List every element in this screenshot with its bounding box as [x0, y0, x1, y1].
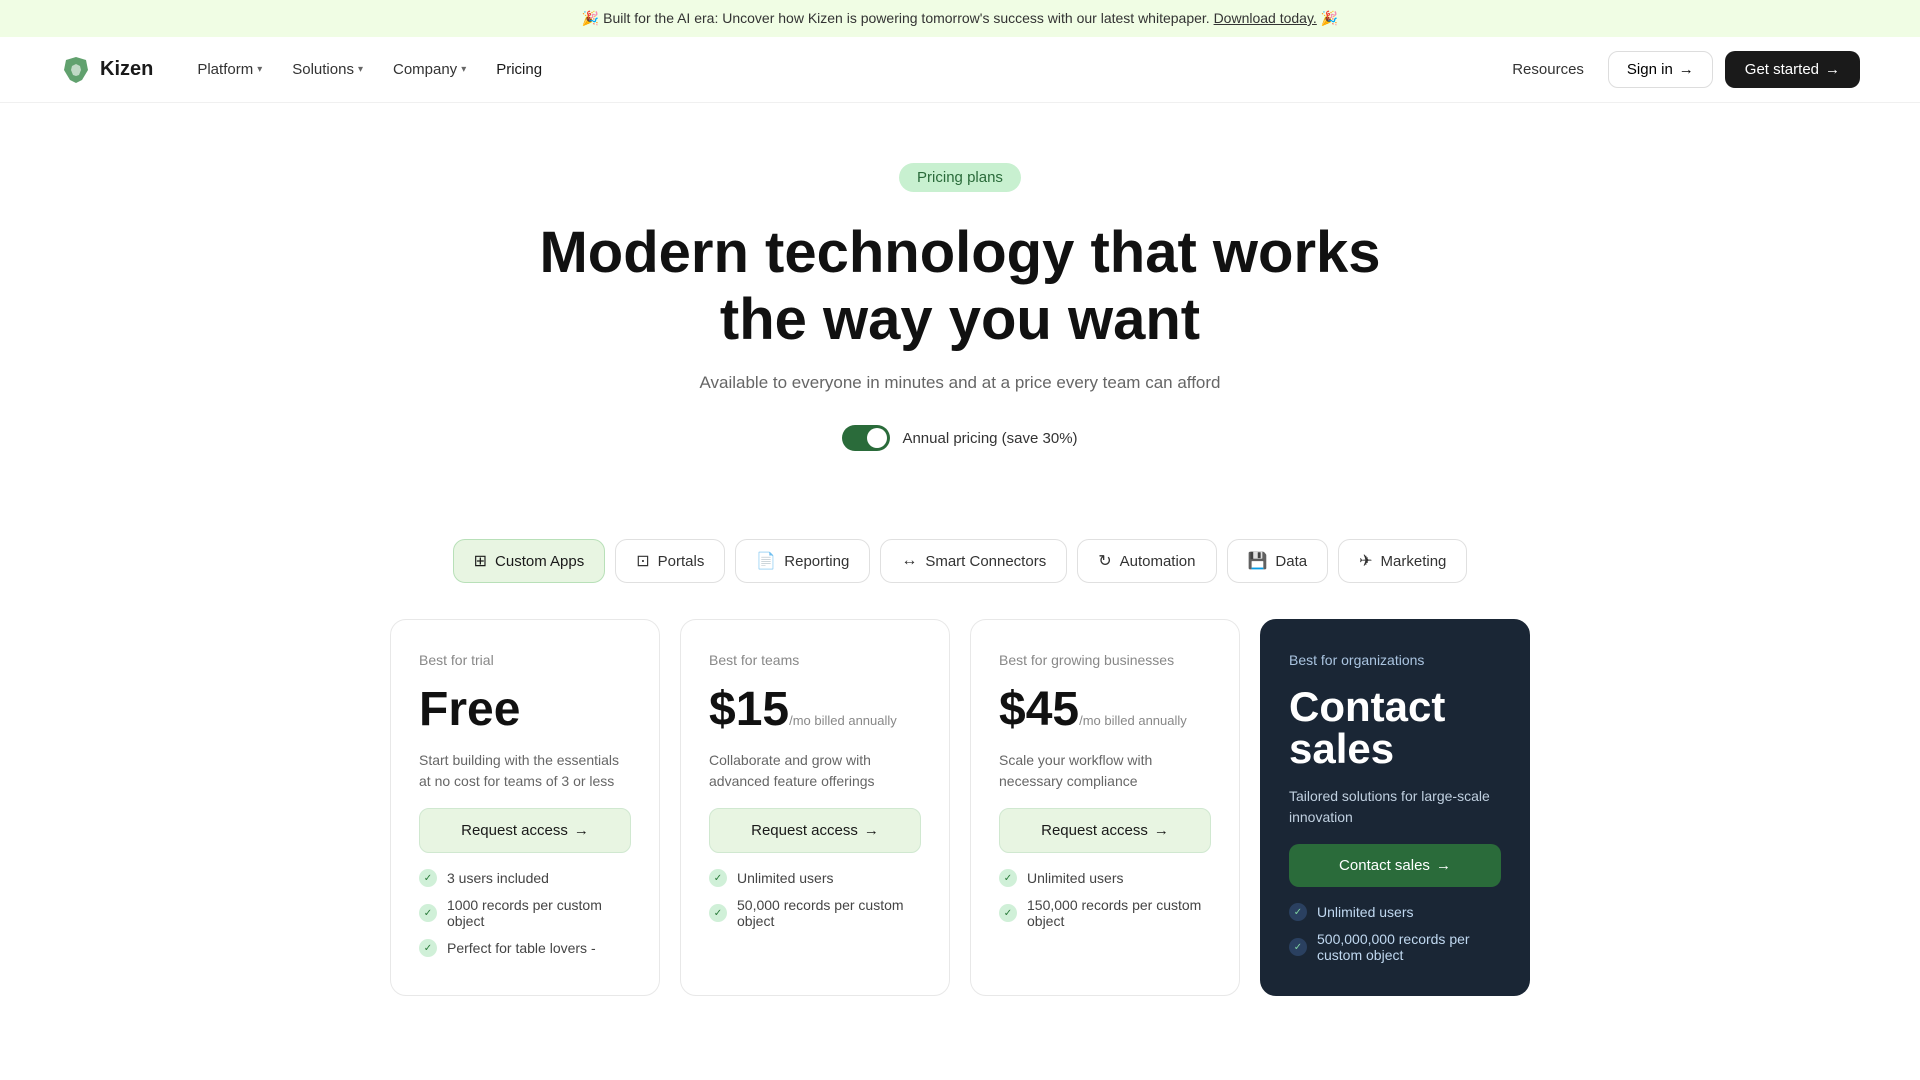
tab-portals[interactable]: ⊡ Portals [615, 539, 725, 583]
arrow-icon: → [574, 822, 589, 839]
logo-text: Kizen [100, 58, 153, 81]
plan-price-growing: $45/mo billed annually [999, 686, 1211, 734]
plan-growing: Best for growing businesses $45/mo bille… [970, 619, 1240, 996]
request-access-teams[interactable]: Request access → [709, 808, 921, 853]
check-icon: ✓ [709, 904, 727, 922]
list-item: ✓ Perfect for table lovers - [419, 939, 631, 957]
hero-heading: Modern technology that works the way you… [380, 220, 1540, 353]
tab-reporting[interactable]: 📄 Reporting [735, 539, 870, 583]
chevron-icon: ▾ [461, 64, 466, 75]
logo-icon [60, 54, 92, 86]
getstarted-button[interactable]: Get started → [1725, 51, 1860, 88]
features-growing: ✓ Unlimited users ✓ 150,000 records per … [999, 869, 1211, 929]
portals-icon: ⊡ [636, 551, 649, 571]
pricing-toggle-row: Annual pricing (save 30%) [380, 425, 1540, 451]
chevron-icon: ▾ [358, 64, 363, 75]
plan-free: Best for trial Free Start building with … [390, 619, 660, 996]
plan-desc-teams: Collaborate and grow with advanced featu… [709, 750, 921, 792]
list-item: ✓ 50,000 records per custom object [709, 897, 921, 929]
arrow-icon: → [1154, 822, 1169, 839]
arrow-icon: → [1436, 857, 1451, 874]
nav-platform[interactable]: Platform ▾ [185, 53, 274, 86]
list-item: ✓ Unlimited users [709, 869, 921, 887]
top-banner: 🎉 Built for the AI era: Uncover how Kize… [0, 0, 1920, 37]
nav-links: Platform ▾ Solutions ▾ Company ▾ Pricing [185, 53, 554, 86]
nav-pricing[interactable]: Pricing [484, 53, 554, 86]
price-suffix-teams: /mo billed annually [789, 713, 897, 728]
chevron-icon: ▾ [257, 64, 262, 75]
plan-tier-growing: Best for growing businesses [999, 652, 1211, 668]
plan-teams: Best for teams $15/mo billed annually Co… [680, 619, 950, 996]
tab-marketing[interactable]: ✈ Marketing [1338, 539, 1467, 583]
annual-pricing-toggle[interactable] [842, 425, 890, 451]
marketing-icon: ✈ [1359, 551, 1372, 571]
plan-tier-free: Best for trial [419, 652, 631, 668]
check-icon: ✓ [419, 869, 437, 887]
banner-link[interactable]: Download today. [1214, 10, 1317, 26]
pricing-cards: Best for trial Free Start building with … [350, 619, 1570, 1056]
data-icon: 💾 [1248, 551, 1268, 571]
nav-left: Kizen Platform ▾ Solutions ▾ Company ▾ P… [60, 53, 554, 86]
custom-apps-icon: ⊞ [474, 551, 487, 571]
plan-tier-enterprise: Best for organizations [1289, 652, 1501, 668]
arrow-icon: → [1825, 61, 1840, 78]
list-item: ✓ Unlimited users [999, 869, 1211, 887]
check-icon: ✓ [1289, 903, 1307, 921]
check-icon: ✓ [419, 939, 437, 957]
nav-company[interactable]: Company ▾ [381, 53, 478, 86]
list-item: ✓ Unlimited users [1289, 903, 1501, 921]
arrow-icon: → [864, 822, 879, 839]
automation-icon: ↻ [1098, 551, 1111, 571]
contact-sales-button[interactable]: Contact sales → [1289, 844, 1501, 887]
smart-connectors-icon: ↔ [901, 552, 917, 570]
toggle-label: Annual pricing (save 30%) [902, 430, 1077, 447]
resources-button[interactable]: Resources [1500, 53, 1596, 86]
feature-tabs: ⊞ Custom Apps ⊡ Portals 📄 Reporting ↔ Sm… [0, 539, 1920, 583]
plan-enterprise: Best for organizations Contact sales Tai… [1260, 619, 1530, 996]
hero-section: Pricing plans Modern technology that wor… [360, 103, 1560, 539]
hero-subheading: Available to everyone in minutes and at … [380, 373, 1540, 393]
plan-price-teams: $15/mo billed annually [709, 686, 921, 734]
nav-right: Resources Sign in → Get started → [1500, 51, 1860, 88]
check-icon: ✓ [999, 904, 1017, 922]
logo[interactable]: Kizen [60, 54, 153, 86]
list-item: ✓ 500,000,000 records per custom object [1289, 931, 1501, 963]
request-access-growing[interactable]: Request access → [999, 808, 1211, 853]
plan-desc-enterprise: Tailored solutions for large-scale innov… [1289, 786, 1501, 828]
check-icon: ✓ [709, 869, 727, 887]
plan-desc-growing: Scale your workflow with necessary compl… [999, 750, 1211, 792]
tab-custom-apps[interactable]: ⊞ Custom Apps [453, 539, 606, 583]
tab-smart-connectors[interactable]: ↔ Smart Connectors [880, 539, 1067, 583]
features-free: ✓ 3 users included ✓ 1000 records per cu… [419, 869, 631, 957]
list-item: ✓ 1000 records per custom object [419, 897, 631, 929]
features-enterprise: ✓ Unlimited users ✓ 500,000,000 records … [1289, 903, 1501, 963]
check-icon: ✓ [1289, 938, 1307, 956]
list-item: ✓ 3 users included [419, 869, 631, 887]
list-item: ✓ 150,000 records per custom object [999, 897, 1211, 929]
banner-text: 🎉 Built for the AI era: Uncover how Kize… [582, 10, 1210, 26]
pricing-badge: Pricing plans [899, 163, 1021, 192]
tab-data[interactable]: 💾 Data [1227, 539, 1329, 583]
features-teams: ✓ Unlimited users ✓ 50,000 records per c… [709, 869, 921, 929]
reporting-icon: 📄 [756, 551, 776, 571]
plan-desc-free: Start building with the essentials at no… [419, 750, 631, 792]
navigation: Kizen Platform ▾ Solutions ▾ Company ▾ P… [0, 37, 1920, 103]
check-icon: ✓ [999, 869, 1017, 887]
plan-tier-teams: Best for teams [709, 652, 921, 668]
check-icon: ✓ [419, 904, 437, 922]
arrow-icon: → [1679, 61, 1694, 78]
signin-button[interactable]: Sign in → [1608, 51, 1713, 88]
plan-price-enterprise: Contact sales [1289, 686, 1501, 770]
plan-price-free: Free [419, 686, 631, 734]
request-access-free[interactable]: Request access → [419, 808, 631, 853]
tab-automation[interactable]: ↻ Automation [1077, 539, 1216, 583]
nav-solutions[interactable]: Solutions ▾ [280, 53, 375, 86]
price-suffix-growing: /mo billed annually [1079, 713, 1187, 728]
